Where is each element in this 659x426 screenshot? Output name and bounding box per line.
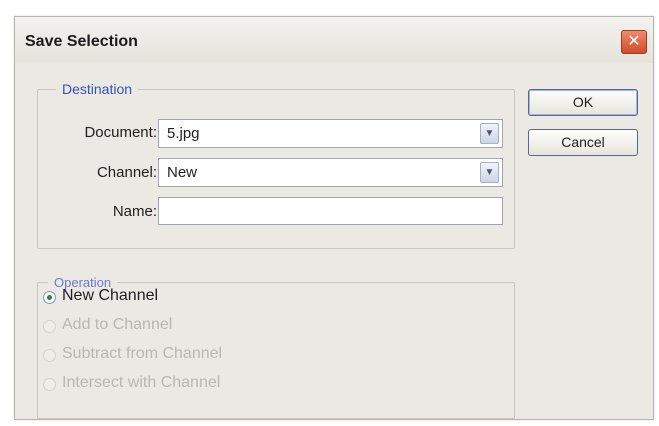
ok-button[interactable]: OK bbox=[528, 89, 638, 116]
radio-button[interactable] bbox=[43, 349, 56, 362]
dialog-title: Save Selection bbox=[25, 33, 138, 50]
radio-button[interactable] bbox=[43, 378, 56, 391]
cancel-button[interactable]: Cancel bbox=[528, 129, 638, 156]
destination-legend: Destination bbox=[62, 81, 133, 97]
channel-select[interactable]: New ▼ bbox=[158, 158, 503, 187]
channel-label: Channel: bbox=[96, 164, 157, 181]
name-label: Name: bbox=[112, 203, 157, 220]
close-button[interactable]: ✕ bbox=[621, 30, 647, 54]
close-icon: ✕ bbox=[627, 33, 641, 50]
radio-button[interactable] bbox=[43, 320, 56, 333]
document-value: 5.jpg bbox=[167, 125, 200, 142]
document-label: Document: bbox=[84, 124, 157, 141]
radio-label: Subtract from Channel bbox=[62, 345, 223, 362]
document-select[interactable]: 5.jpg ▼ bbox=[158, 119, 503, 148]
chevron-down-icon[interactable]: ▼ bbox=[480, 123, 499, 144]
radio-label: New Channel bbox=[62, 287, 159, 304]
radio-label: Intersect with Channel bbox=[62, 374, 221, 391]
save-selection-dialog: Save Selection ✕ Destination Document: 5… bbox=[14, 16, 654, 420]
radio-label: Add to Channel bbox=[62, 316, 173, 333]
chevron-down-icon[interactable]: ▼ bbox=[480, 162, 499, 183]
title-bar[interactable]: Save Selection ✕ bbox=[15, 17, 653, 63]
channel-value: New bbox=[167, 164, 198, 181]
name-field[interactable] bbox=[158, 197, 503, 225]
radio-button[interactable] bbox=[43, 291, 56, 304]
